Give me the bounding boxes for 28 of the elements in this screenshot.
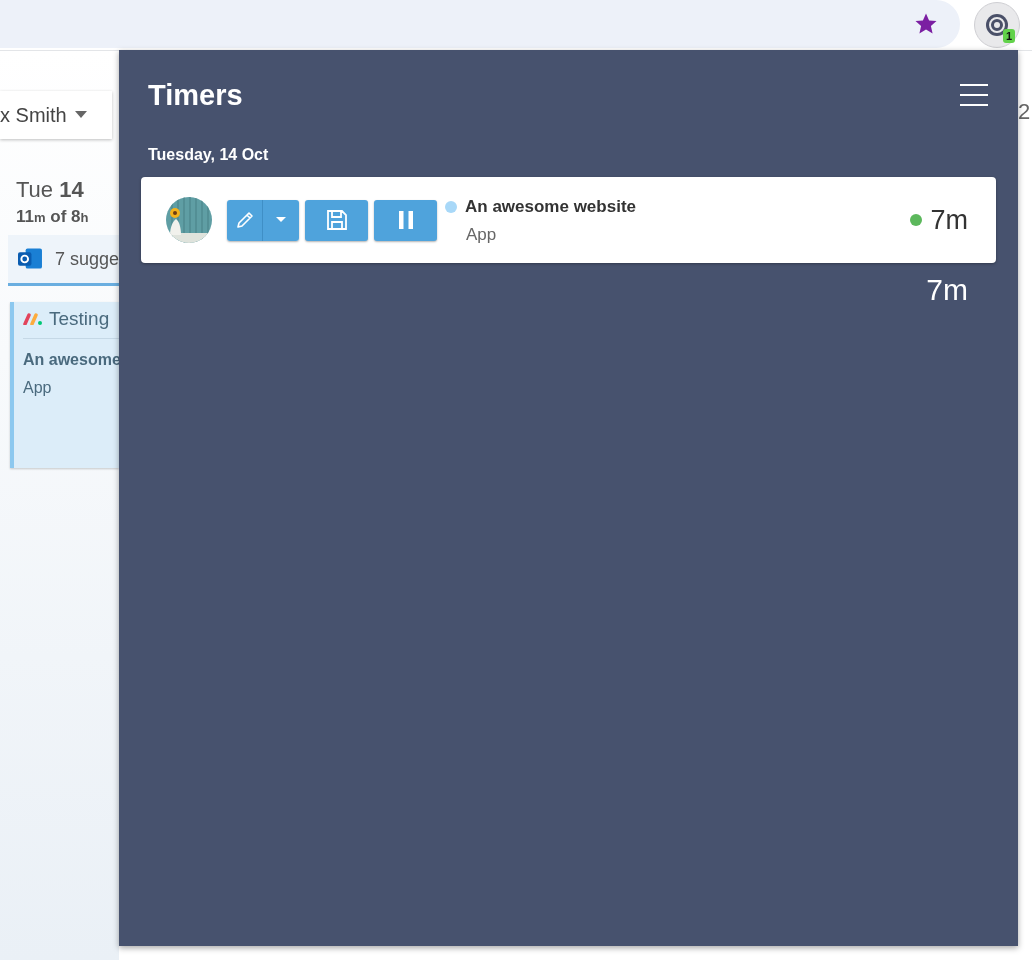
- dropdown-button[interactable]: [263, 199, 299, 241]
- extension-button[interactable]: 1: [974, 2, 1020, 48]
- time-summary: 11m of 8h: [16, 207, 90, 227]
- entry-task: App: [23, 379, 53, 397]
- date-heading: Tuesday, 14 Oct: [148, 146, 270, 164]
- pencil-icon: [234, 210, 255, 230]
- notification-badge: 1: [1002, 29, 1015, 43]
- save-button[interactable]: [305, 199, 368, 241]
- user-dropdown[interactable]: x Smith: [0, 91, 112, 139]
- mail-app-icon: [18, 247, 43, 271]
- suggestions-bar[interactable]: 7 sugge: [8, 235, 119, 286]
- day-title: Tue 14: [16, 177, 85, 203]
- total-duration: 7m: [926, 273, 968, 307]
- column-label: 2: [1018, 99, 1031, 124]
- edit-button[interactable]: [227, 199, 263, 241]
- star-icon[interactable]: [914, 12, 938, 36]
- extension-icon: [984, 12, 1010, 38]
- popup-title: Timers: [148, 78, 243, 112]
- entry-title: Testing: [49, 308, 110, 330]
- pause-button[interactable]: [374, 199, 437, 241]
- menu-icon[interactable]: [960, 84, 988, 106]
- caret-icon: [74, 111, 87, 119]
- task-name: App: [466, 225, 498, 245]
- project-name: An awesome website: [465, 197, 636, 217]
- timer-duration: 7m: [930, 204, 968, 236]
- pause-icon: [398, 211, 413, 229]
- logo-icon: [23, 313, 43, 325]
- caret-icon: [276, 217, 286, 223]
